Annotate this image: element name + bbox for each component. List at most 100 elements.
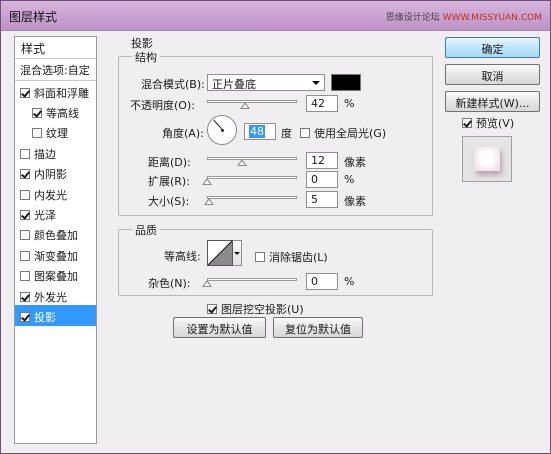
styles-list-item[interactable]: 投影: [15, 305, 96, 326]
anti-alias-option[interactable]: 消除锯齿(L): [255, 249, 328, 265]
style-label: 内发光: [34, 188, 67, 202]
reset-default-button[interactable]: 复位为默认值: [273, 317, 363, 338]
style-label: 光泽: [34, 209, 56, 223]
styles-list-header[interactable]: 样式: [15, 37, 96, 59]
style-label: 投影: [34, 310, 56, 324]
size-input[interactable]: 5: [306, 191, 338, 208]
style-checkbox[interactable]: [32, 108, 42, 119]
structure-title: 结构: [132, 49, 160, 65]
ok-button[interactable]: 确定: [445, 37, 540, 58]
style-checkbox[interactable]: [32, 128, 42, 139]
distance-label: 距离(D):: [148, 156, 191, 169]
styles-list-item[interactable]: 内阴影: [15, 163, 96, 183]
watermark-site-name: 思缘设计论坛: [385, 13, 440, 23]
styles-list-item[interactable]: 纹理: [15, 122, 96, 142]
new-style-button[interactable]: 新建样式(W)...: [445, 91, 540, 112]
style-label: 渐变叠加: [34, 249, 78, 263]
distance-slider-thumb[interactable]: [236, 159, 247, 166]
shadow-color-swatch[interactable]: [331, 74, 361, 91]
contour-dropdown-button[interactable]: [233, 240, 242, 266]
size-unit: 像素: [344, 195, 366, 208]
opacity-label: 不透明度(O):: [130, 99, 195, 112]
style-checkbox[interactable]: [20, 311, 30, 322]
size-slider-thumb[interactable]: [203, 198, 214, 205]
size-label: 大小(S):: [148, 195, 190, 208]
angle-unit: 度: [281, 127, 292, 140]
quality-title: 品质: [132, 222, 160, 238]
size-slider[interactable]: [207, 196, 297, 199]
preview-tile: [474, 147, 500, 171]
styles-list-item[interactable]: 斜面和浮雕: [15, 81, 96, 101]
style-checkbox[interactable]: [20, 230, 30, 241]
styles-list-item[interactable]: 渐变叠加: [15, 244, 96, 264]
style-checkbox[interactable]: [20, 169, 30, 180]
styles-list: 样式 混合选项:自定 斜面和浮雕 等高线纹理描边内阴影内发光光泽 颜色叠加渐变叠加图…: [14, 36, 97, 444]
opacity-input[interactable]: 42: [306, 95, 338, 112]
styles-list-item[interactable]: 外发光: [15, 285, 96, 305]
preview-label: 预览(V): [476, 117, 515, 130]
styles-list-item[interactable]: 等高线: [15, 101, 96, 121]
spread-label: 扩展(R):: [148, 175, 190, 188]
styles-list-item[interactable]: 内发光: [15, 183, 96, 203]
blending-options-item[interactable]: 混合选项:自定: [15, 59, 96, 81]
distance-slider[interactable]: [207, 157, 297, 160]
watermark: 思缘设计论坛 WWW.MISSYUAN.COM: [386, 10, 542, 23]
global-light-option[interactable]: 使用全局光(G): [300, 125, 386, 141]
style-label: 描边: [34, 147, 56, 161]
knockout-option[interactable]: 图层挖空投影(U): [207, 301, 304, 317]
style-checkbox[interactable]: [20, 189, 30, 200]
anti-alias-checkbox[interactable]: [255, 252, 265, 262]
blend-mode-label: 混合模式(B):: [141, 78, 205, 91]
style-checkbox[interactable]: [20, 291, 30, 302]
spread-input[interactable]: 0: [306, 171, 338, 188]
spread-slider-thumb[interactable]: [202, 178, 212, 185]
global-light-checkbox[interactable]: [300, 128, 310, 138]
knockout-checkbox[interactable]: [207, 304, 217, 314]
style-label: 纹理: [46, 127, 68, 141]
style-checkbox[interactable]: [20, 250, 30, 261]
contour-picker[interactable]: [207, 240, 233, 266]
title-bar[interactable]: 图层样式 思缘设计论坛 WWW.MISSYUAN.COM: [1, 1, 550, 31]
style-preview-thumbnail: [462, 136, 512, 182]
style-checkbox[interactable]: [20, 148, 30, 159]
layer-style-dialog: 图层样式 思缘设计论坛 WWW.MISSYUAN.COM 样式 混合选项:自定 …: [0, 0, 551, 454]
style-checkbox[interactable]: [20, 271, 30, 282]
noise-slider[interactable]: [207, 278, 297, 281]
opacity-slider-thumb[interactable]: [239, 102, 250, 109]
styles-list-item[interactable]: 图案叠加: [15, 265, 96, 285]
noise-unit: %: [344, 275, 355, 288]
distance-unit: 像素: [344, 156, 366, 169]
angle-label: 角度(A):: [162, 127, 204, 140]
noise-slider-thumb[interactable]: [202, 280, 212, 287]
styles-list-item[interactable]: 颜色叠加: [15, 224, 96, 244]
dialog-title: 图层样式: [9, 10, 58, 24]
styles-list-item[interactable]: 描边: [15, 142, 96, 162]
blend-mode-value: 正片叠底: [212, 78, 256, 91]
style-checkbox[interactable]: [20, 210, 30, 221]
distance-input[interactable]: 12: [306, 152, 338, 169]
knockout-label: 图层挖空投影(U): [221, 303, 304, 316]
global-light-label: 使用全局光(G): [314, 127, 387, 140]
angle-input[interactable]: 48: [244, 123, 276, 140]
anti-alias-label: 消除锯齿(L): [269, 251, 328, 264]
contour-label: 等高线:: [164, 250, 201, 263]
cancel-button[interactable]: 取消: [445, 64, 540, 85]
opacity-unit: %: [344, 97, 355, 110]
styles-list-item[interactable]: 光泽: [15, 203, 96, 223]
make-default-button[interactable]: 设置为默认值: [173, 317, 266, 338]
opacity-slider[interactable]: [207, 100, 297, 103]
spread-slider[interactable]: [207, 176, 297, 179]
noise-label: 杂色(N):: [148, 277, 191, 290]
style-label: 内阴影: [34, 168, 67, 182]
style-label: 外发光: [34, 290, 67, 304]
style-checkbox[interactable]: [20, 87, 30, 98]
style-label: 斜面和浮雕: [34, 86, 89, 100]
noise-input[interactable]: 0: [306, 273, 338, 290]
style-label: 图案叠加: [34, 270, 78, 284]
preview-option[interactable]: 预览(V): [462, 115, 514, 131]
preview-checkbox[interactable]: [462, 118, 472, 128]
angle-dial[interactable]: [207, 115, 237, 145]
angle-input-text: 48: [249, 125, 265, 138]
blend-mode-select[interactable]: 正片叠底: [207, 74, 325, 91]
watermark-url: WWW.MISSYUAN.COM: [442, 13, 542, 23]
